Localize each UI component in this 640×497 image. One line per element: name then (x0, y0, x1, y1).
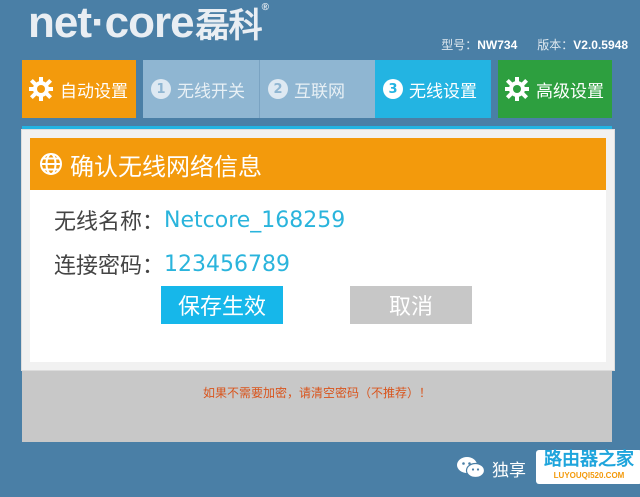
globe-icon (38, 151, 64, 177)
gear-icon (28, 76, 54, 102)
main-nav: 自动设置 1 无线开关 2 互联网 3 无线设置 高级设置 (22, 60, 612, 118)
model-label: 型号： (441, 38, 478, 52)
step-1-number: 1 (151, 79, 171, 99)
tab-auto-settings[interactable]: 自动设置 (22, 60, 136, 118)
netcore-logo: net·core磊科® (28, 0, 269, 48)
wechat-icon (456, 455, 486, 481)
step-3-number: 3 (383, 79, 403, 99)
step-3-badge: 3 (383, 79, 403, 99)
password-warning: 如果不需要加密，请清空密码（不推荐）！ (202, 386, 431, 400)
tab-auto-label: 自动设置 (60, 81, 128, 102)
step-2-badge: 2 (268, 79, 288, 99)
cancel-button[interactable]: 取消 (350, 286, 472, 324)
step-1-badge: 1 (151, 79, 171, 99)
step-2-number: 2 (268, 79, 288, 99)
tab-wireless-switch[interactable]: 1 无线开关 (143, 60, 259, 118)
gear-icon (504, 76, 530, 102)
password-value: 123456789 (164, 251, 290, 277)
tab-step2-label: 互联网 (294, 81, 345, 102)
confirm-dialog: 确认无线网络信息 无线名称： Netcore_168259 连接密码： 123456… (22, 130, 614, 370)
tab-advanced-label: 高级设置 (536, 81, 604, 102)
logo-cn: 磊科 (195, 6, 263, 46)
tab-advanced-settings[interactable]: 高级设置 (498, 60, 612, 118)
ssid-value: Netcore_168259 (164, 207, 346, 233)
brand-en: LUYOUQI520.COM (553, 471, 625, 480)
brand-badge: 路由器之家 LUYOUQI520.COM (536, 450, 640, 484)
version-value: V2.0.5948 (573, 38, 628, 52)
watermark: 独享 路由器之家 LUYOUQI520.COM (456, 448, 640, 488)
logo-mark: ® (261, 2, 269, 13)
version-label: 版本： (537, 38, 574, 52)
save-button[interactable]: 保存生效 (161, 286, 283, 324)
dialog-title: 确认无线网络信息 (70, 152, 262, 181)
brand-cn: 路由器之家 (544, 449, 634, 470)
ssid-label: 无线名称： (54, 210, 165, 235)
model-info: 型号：NW734 版本：V2.0.5948 (441, 36, 628, 53)
tab-step3-label: 无线设置 (409, 81, 477, 102)
ssid-row: 无线名称： Netcore_168259 (54, 204, 345, 236)
logo-text: net·core (28, 0, 195, 47)
password-label: 连接密码： (54, 254, 165, 279)
password-row: 连接密码： 123456789 (54, 248, 290, 280)
tab-step1-label: 无线开关 (177, 81, 245, 102)
dialog-header: 确认无线网络信息 (30, 138, 606, 190)
tab-wireless-settings[interactable]: 3 无线设置 (375, 60, 491, 118)
tab-internet[interactable]: 2 互联网 (259, 60, 375, 118)
watermark-text: 独享 (492, 460, 526, 481)
model-value: NW734 (477, 38, 518, 52)
